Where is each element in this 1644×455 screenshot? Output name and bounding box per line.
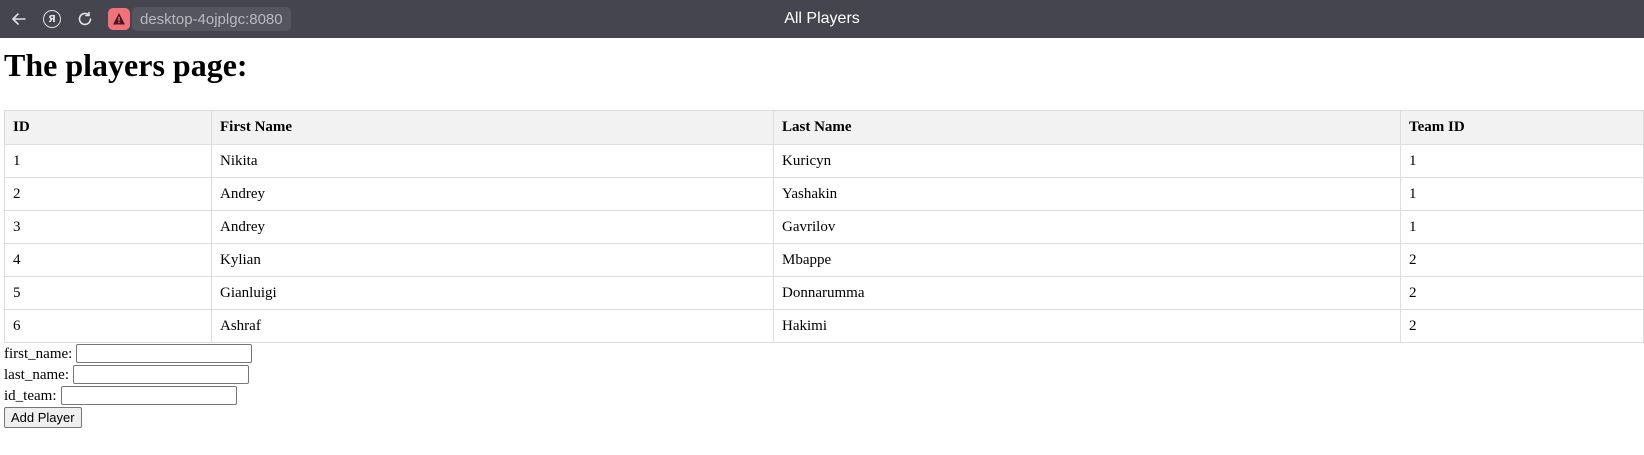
column-header-team-id: Team ID [1400, 110, 1644, 145]
cell-id: 2 [4, 177, 212, 211]
browser-toolbar: Я desktop-4ojplgc:8080 All Players [0, 0, 1644, 38]
page-title: The players page: [4, 47, 248, 83]
column-header-first-name: First Name [211, 110, 774, 145]
first-name-row: first_name: [4, 343, 1644, 364]
last-name-row: last_name: [4, 364, 1644, 385]
yandex-icon: Я [43, 10, 61, 28]
cell-first-name: Ashraf [211, 309, 774, 343]
url-text[interactable]: desktop-4ojplgc:8080 [132, 7, 291, 31]
cell-first-name: Nikita [211, 144, 774, 178]
cell-last-name: Gavrilov [773, 210, 1401, 244]
column-header-id: ID [4, 110, 212, 145]
address-bar[interactable]: desktop-4ojplgc:8080 [108, 7, 291, 31]
cell-first-name: Andrey [211, 177, 774, 211]
add-player-form: first_name: last_name: id_team: Add Play… [4, 343, 1644, 428]
reload-button[interactable] [72, 6, 98, 32]
cell-team-id: 1 [1400, 210, 1644, 244]
cell-last-name: Mbappe [773, 243, 1401, 277]
table-row: 2 Andrey Yashakin 1 [4, 177, 1644, 211]
add-player-button[interactable]: Add Player [4, 407, 82, 428]
cell-last-name: Yashakin [773, 177, 1401, 211]
back-button[interactable] [6, 6, 32, 32]
last-name-label: last_name: [4, 366, 69, 383]
id-team-label: id_team: [4, 387, 57, 404]
id-team-row: id_team: [4, 385, 1644, 406]
yandex-button[interactable]: Я [39, 6, 65, 32]
cell-team-id: 2 [1400, 276, 1644, 310]
table-row: 1 Nikita Kuricyn 1 [4, 144, 1644, 178]
cell-team-id: 1 [1400, 177, 1644, 211]
cell-id: 3 [4, 210, 212, 244]
cell-first-name: Kylian [211, 243, 774, 277]
cell-id: 1 [4, 144, 212, 178]
warning-icon [113, 13, 125, 25]
back-arrow-icon [12, 13, 26, 25]
column-header-last-name: Last Name [773, 110, 1401, 145]
site-info-button[interactable] [108, 8, 130, 30]
table-header-row: ID First Name Last Name Team ID [4, 110, 1644, 145]
cell-id: 5 [4, 276, 212, 310]
table-row: 5 Gianluigi Donnarumma 2 [4, 276, 1644, 310]
players-table: ID First Name Last Name Team ID 1 Nikita… [4, 110, 1644, 343]
first-name-label: first_name: [4, 345, 73, 362]
cell-team-id: 1 [1400, 144, 1644, 178]
last-name-input[interactable] [72, 365, 249, 384]
cell-last-name: Donnarumma [773, 276, 1401, 310]
cell-first-name: Gianluigi [211, 276, 774, 310]
cell-team-id: 2 [1400, 309, 1644, 343]
table-row: 6 Ashraf Hakimi 2 [4, 309, 1644, 343]
cell-last-name: Kuricyn [773, 144, 1401, 178]
table-row: 3 Andrey Gavrilov 1 [4, 210, 1644, 244]
cell-id: 4 [4, 243, 212, 277]
reload-icon [78, 11, 92, 26]
table-row: 4 Kylian Mbappe 2 [4, 243, 1644, 277]
cell-id: 6 [4, 309, 212, 343]
cell-last-name: Hakimi [773, 309, 1401, 343]
cell-first-name: Andrey [211, 210, 774, 244]
cell-team-id: 2 [1400, 243, 1644, 277]
page-content: The players page: ID First Name Last Nam… [0, 47, 1644, 428]
id-team-input[interactable] [60, 386, 237, 405]
first-name-input[interactable] [76, 344, 253, 363]
